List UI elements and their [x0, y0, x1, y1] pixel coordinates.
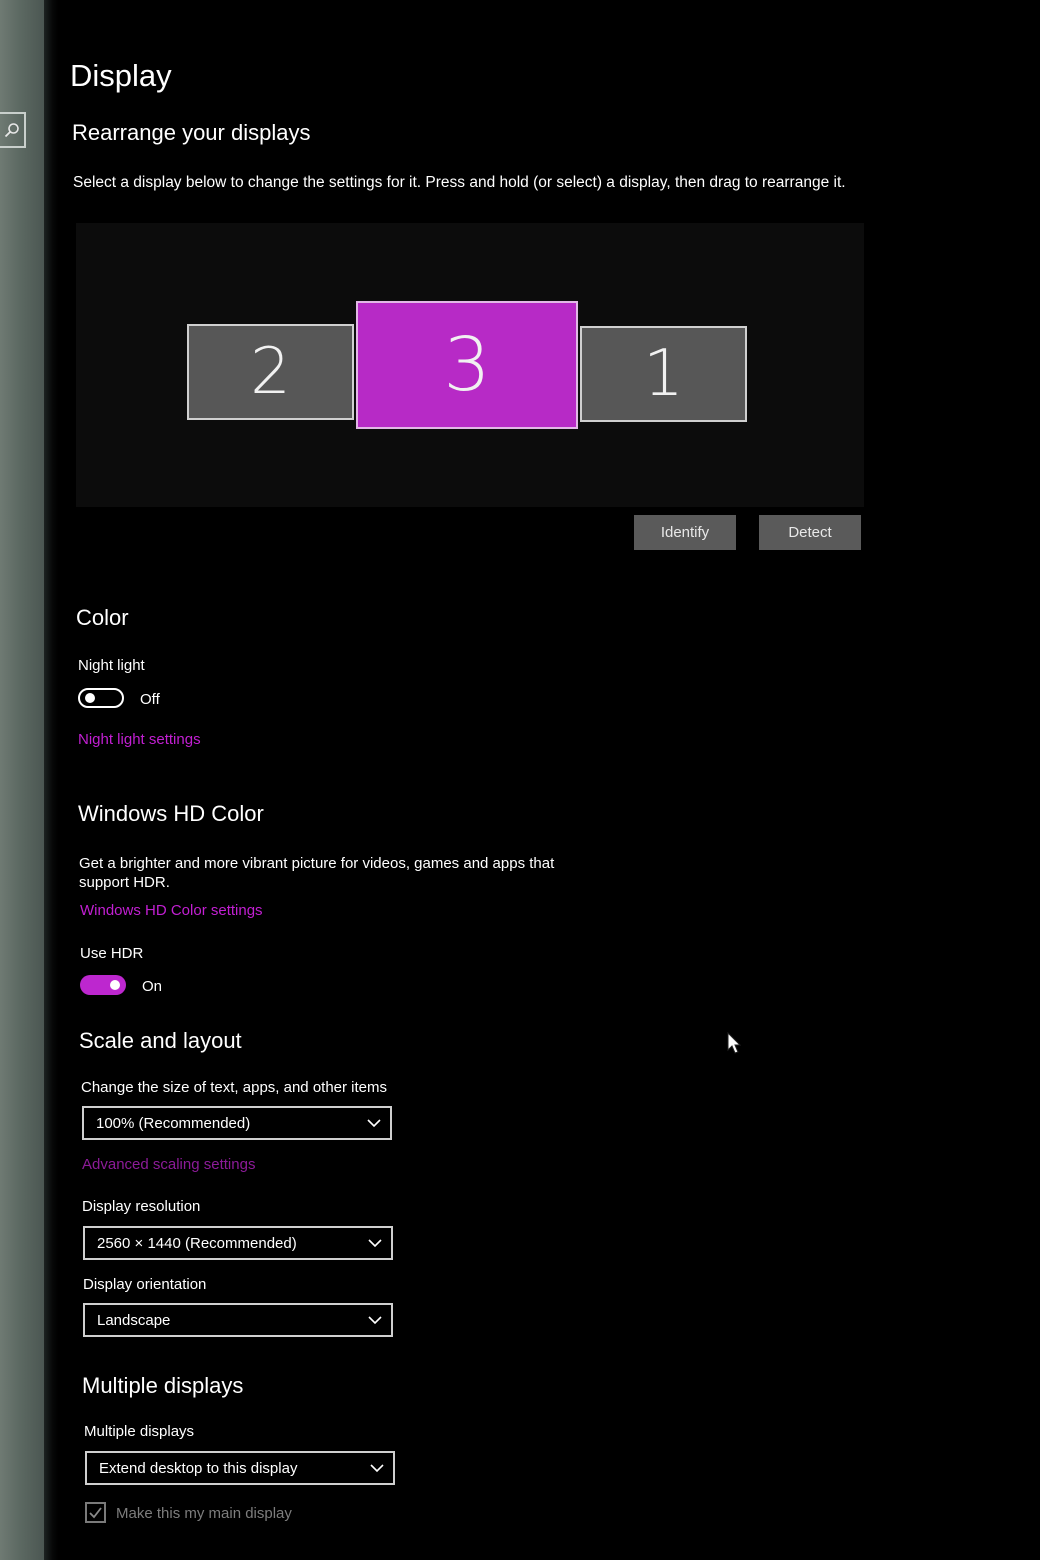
- main-display-checkbox-label: Make this my main display: [116, 1505, 292, 1522]
- hd-color-description-line1: Get a brighter and more vibrant picture …: [79, 855, 555, 872]
- resolution-dropdown[interactable]: 2560 × 1440 (Recommended): [83, 1226, 393, 1260]
- sidebar: [0, 0, 46, 1560]
- rearrange-description: Select a display below to change the set…: [73, 174, 846, 191]
- checkmark-icon: [89, 1507, 102, 1519]
- detect-button[interactable]: Detect: [759, 515, 861, 550]
- rearrange-heading: Rearrange your displays: [72, 120, 311, 145]
- use-hdr-state: On: [142, 978, 163, 995]
- night-light-settings-link[interactable]: Night light settings: [78, 731, 201, 748]
- chevron-down-icon: [368, 1239, 382, 1248]
- multiple-displays-label: Multiple displays: [84, 1423, 195, 1440]
- night-light-state: Off: [140, 691, 160, 708]
- monitor-3-selected[interactable]: 3: [356, 301, 578, 429]
- main-display-checkbox[interactable]: [85, 1502, 106, 1523]
- chevron-down-icon: [367, 1119, 381, 1128]
- multiple-displays-dropdown[interactable]: Extend desktop to this display: [85, 1451, 395, 1485]
- multiple-displays-value: Extend desktop to this display: [99, 1460, 298, 1477]
- chevron-down-icon: [368, 1316, 382, 1325]
- toggle-knob: [85, 693, 95, 703]
- orientation-dropdown[interactable]: Landscape: [83, 1303, 393, 1337]
- resolution-label: Display resolution: [82, 1198, 201, 1215]
- toggle-knob: [110, 980, 120, 990]
- sidebar-edge: [44, 0, 58, 1560]
- hd-color-heading: Windows HD Color: [78, 801, 264, 826]
- night-light-label: Night light: [78, 657, 145, 674]
- color-heading: Color: [76, 605, 129, 630]
- use-hdr-toggle[interactable]: [80, 975, 126, 995]
- display-arrangement-area: 2 3 1: [76, 223, 864, 507]
- page-title: Display: [70, 58, 172, 93]
- multiple-displays-heading: Multiple displays: [82, 1373, 244, 1398]
- orientation-label: Display orientation: [83, 1276, 207, 1293]
- mouse-cursor-icon: [727, 1032, 742, 1054]
- search-button[interactable]: [0, 112, 26, 148]
- orientation-value: Landscape: [97, 1312, 171, 1329]
- search-icon: [4, 123, 19, 138]
- night-light-toggle[interactable]: [78, 688, 124, 708]
- resolution-value: 2560 × 1440 (Recommended): [97, 1235, 297, 1252]
- use-hdr-label: Use HDR: [80, 945, 144, 962]
- monitor-1[interactable]: 1: [580, 326, 747, 422]
- scale-layout-heading: Scale and layout: [79, 1028, 242, 1053]
- hd-color-description-line2: support HDR.: [79, 874, 170, 891]
- hd-color-settings-link[interactable]: Windows HD Color settings: [80, 902, 263, 919]
- scale-label: Change the size of text, apps, and other…: [81, 1079, 388, 1096]
- scale-dropdown[interactable]: 100% (Recommended): [82, 1106, 392, 1140]
- chevron-down-icon: [370, 1464, 384, 1473]
- identify-button[interactable]: Identify: [634, 515, 736, 550]
- advanced-scaling-link[interactable]: Advanced scaling settings: [82, 1156, 255, 1173]
- monitor-2[interactable]: 2: [187, 324, 354, 420]
- scale-value: 100% (Recommended): [96, 1115, 251, 1132]
